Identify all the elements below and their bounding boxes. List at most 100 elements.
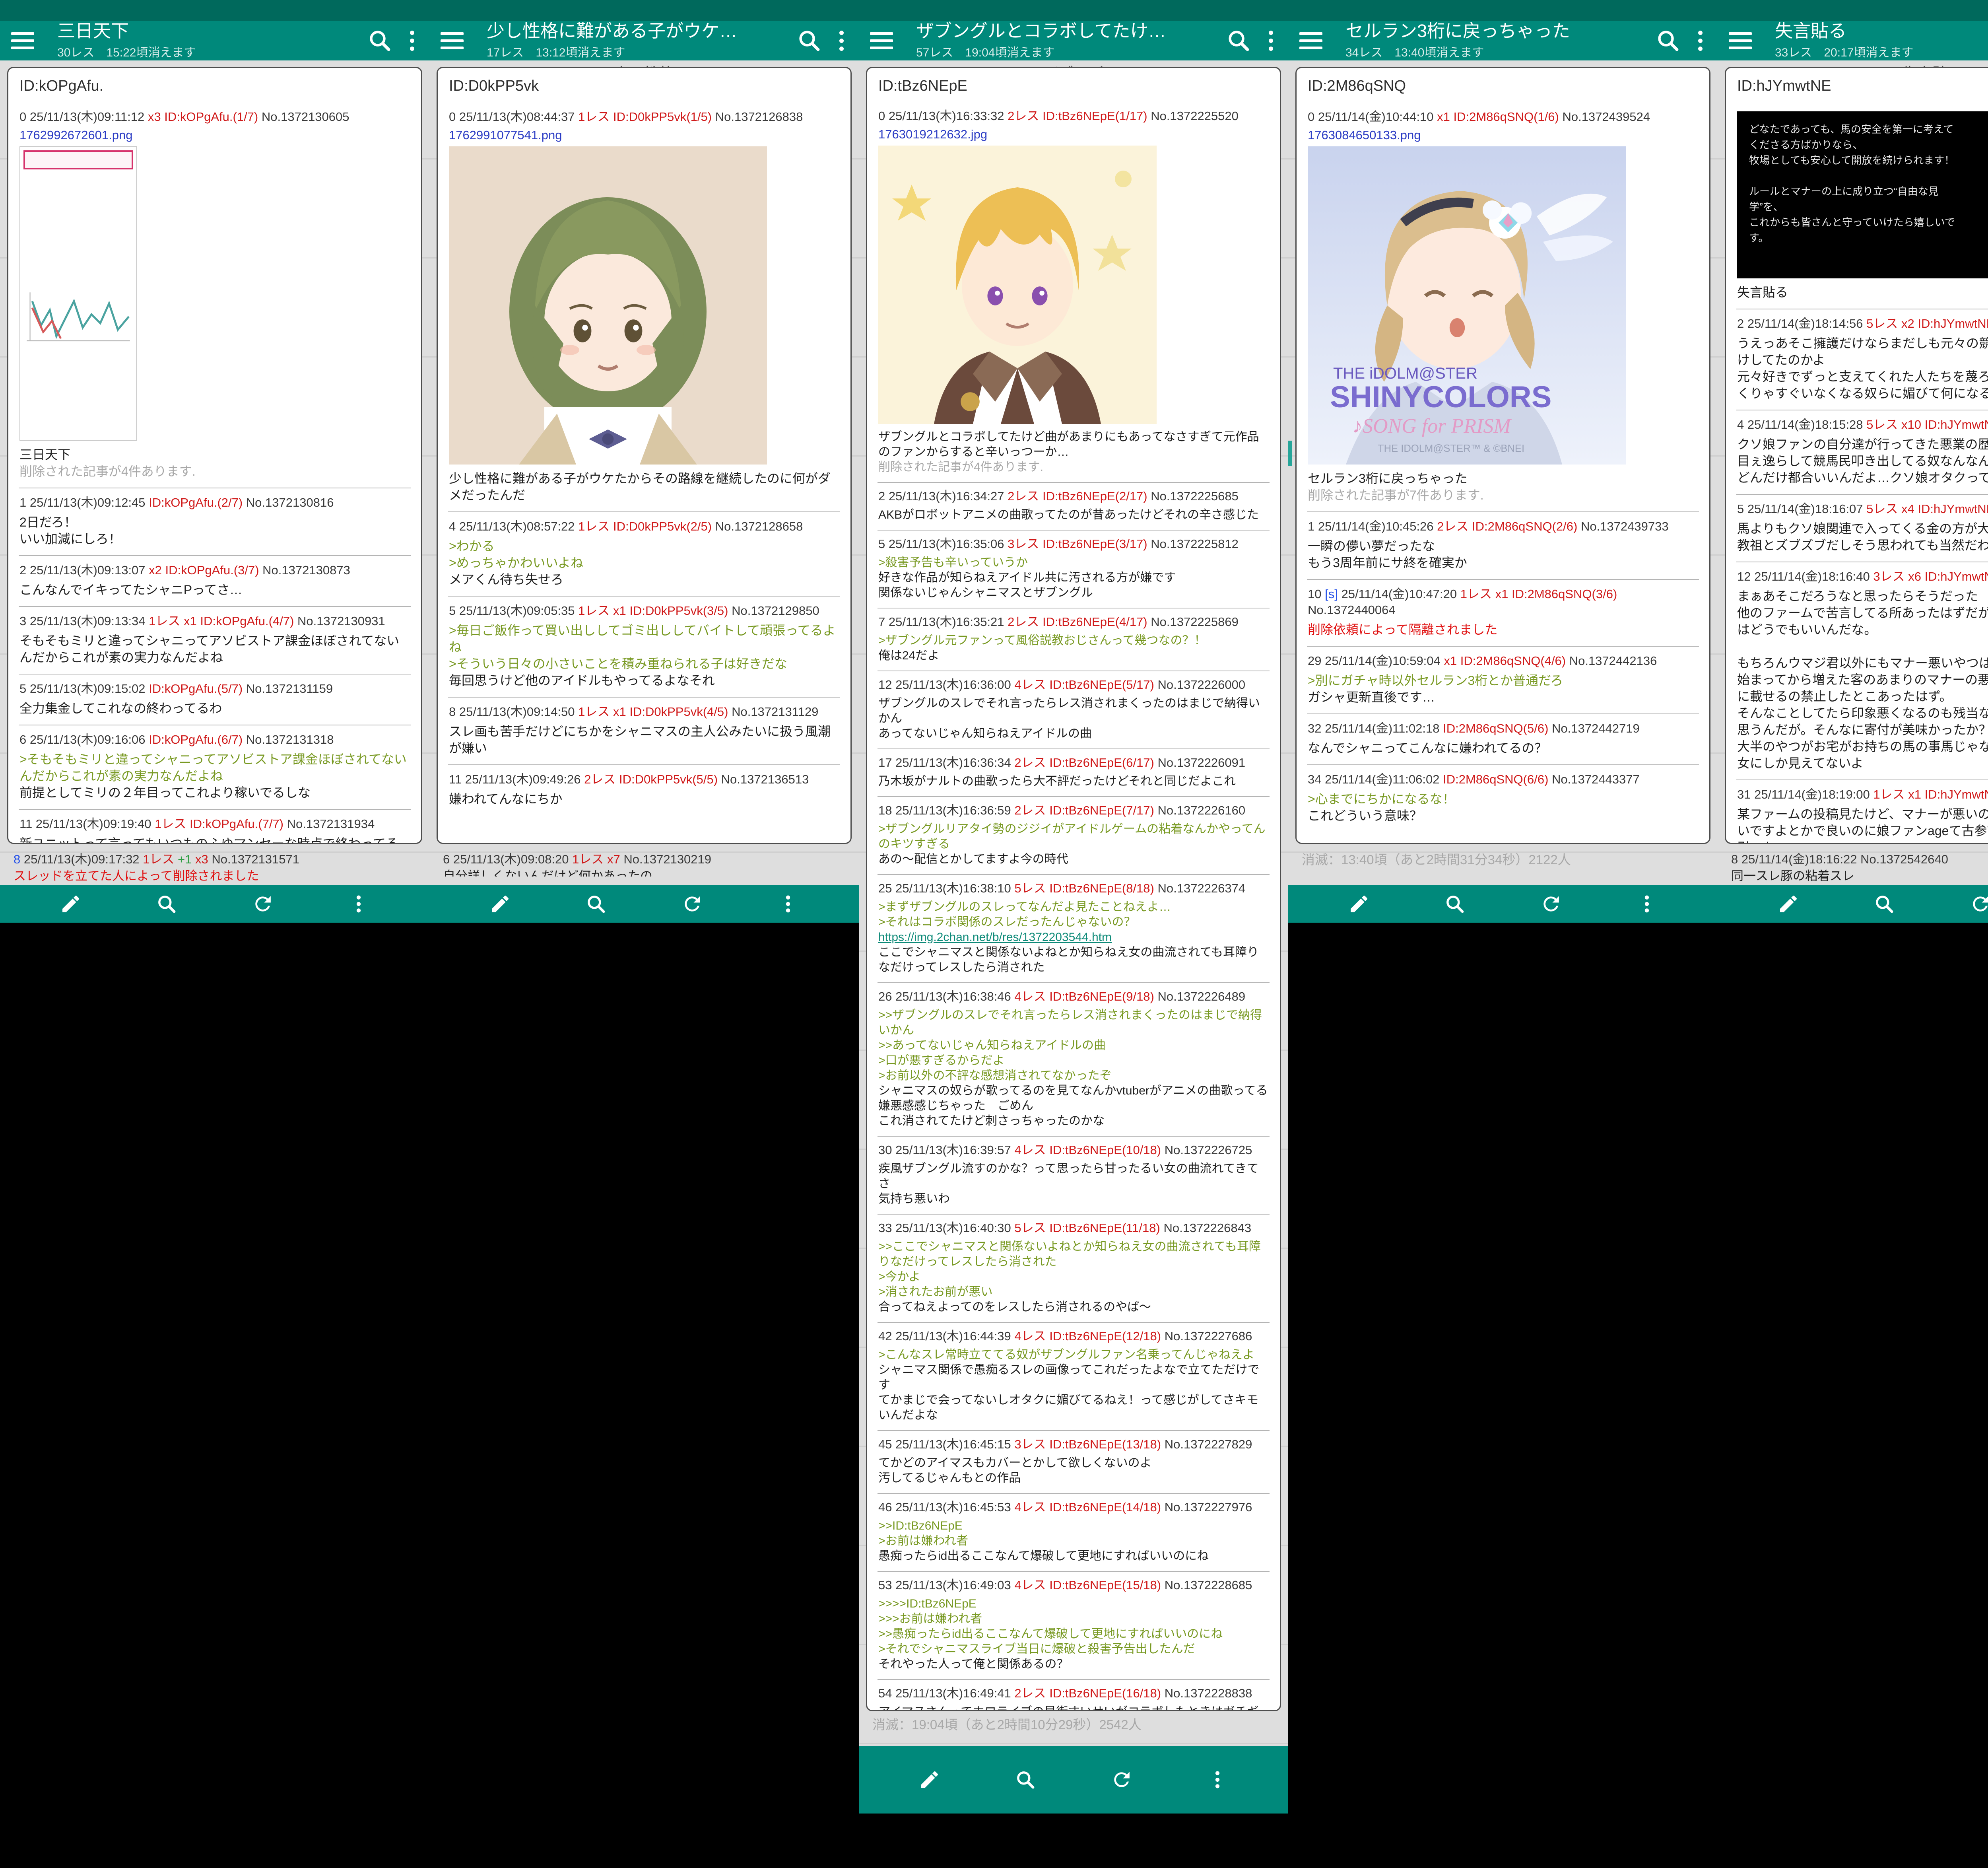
post-header-part[interactable]: ID:tBz6NEpE(3/17) [1043,537,1151,551]
post-header-part[interactable]: x1 [1495,587,1512,601]
post-header-part[interactable]: 1レス [578,604,613,618]
menu-icon[interactable] [1299,32,1325,49]
post-header-part[interactable]: 1レス [155,817,190,831]
post-header-part[interactable]: 5レス [1866,418,1901,432]
post-header-part[interactable]: 5レス [1866,317,1901,330]
below-card-part[interactable]: 1レス [143,852,178,866]
post-header-part[interactable]: 2レス [1008,109,1043,123]
post-header-part[interactable]: x3 [148,110,164,124]
post-header-part[interactable]: x10 [1901,418,1925,432]
post-header-part[interactable]: ID:tBz6NEpE(12/18) [1049,1329,1164,1343]
post-header-part[interactable]: 1レス [578,519,613,533]
refresh-icon[interactable] [1540,893,1562,915]
menu-icon[interactable] [1729,32,1754,49]
post-header-part[interactable]: 4レス [1014,1329,1049,1343]
below-card-part[interactable]: 1レス [572,852,607,866]
attachment-link[interactable]: 1763084650133.png [1308,128,1698,142]
post-header-part[interactable]: 2レス [1014,803,1049,817]
chart-screenshot-thumbnail[interactable] [19,146,137,441]
search-icon[interactable] [1014,1769,1037,1791]
search-icon[interactable] [155,893,178,915]
shinycolors-artwork-thumbnail[interactable]: THE iDOLM@STERSHINYCOLORS♪SONG for PRISM… [1308,146,1626,465]
post-header-part[interactable]: ID:tBz6NEpE(1/17) [1043,109,1151,123]
post-header-part[interactable]: ID:hJYmwtNE(3/6) [1925,418,1988,432]
refresh-icon[interactable] [1969,893,1988,915]
post-header-part[interactable]: ID:kOPgAfu.(1/7) [164,110,262,124]
post-header-part[interactable]: ID:D0kPP5vk(1/5) [613,110,715,124]
post-header-part[interactable]: 3レス [1014,1437,1049,1451]
post-header-part[interactable]: ID:tBz6NEpE(13/18) [1049,1437,1164,1451]
post-header-part[interactable]: ID:D0kPP5vk(2/5) [613,519,715,533]
post-header-part[interactable]: ID:tBz6NEpE(10/18) [1049,1143,1164,1157]
post-header-part[interactable]: ID:2M86qSNQ(1/6) [1454,110,1563,124]
post-header-part[interactable]: ID:tBz6NEpE(14/18) [1049,1500,1164,1514]
search-icon[interactable] [796,27,822,54]
overflow-icon[interactable] [777,893,799,915]
post-header-part[interactable]: 1レス [578,705,613,719]
post-header-part[interactable]: ID:tBz6NEpE(16/18) [1049,1686,1164,1700]
post-header-part[interactable]: ID:D0kPP5vk(5/5) [619,772,721,786]
post-header-part[interactable]: 1レス [1460,587,1495,601]
post-header-part[interactable]: ID:tBz6NEpE(6/17) [1049,756,1157,770]
post-header-part[interactable]: 3レス [1873,570,1908,583]
overflow-icon[interactable] [1696,31,1704,51]
overflow-icon[interactable] [837,31,845,51]
post-header-part[interactable]: x2 [1901,317,1918,330]
menu-icon[interactable] [11,32,37,49]
post-header-part[interactable]: ID:hJYmwtNE(6/6) [1925,787,1988,801]
post-header-part[interactable]: ID:hJYmwtNE(2/6) [1918,317,1988,330]
post-header-part[interactable]: 5レス [1014,1221,1049,1235]
post-header-part[interactable]: 2レス [1014,756,1049,770]
search-icon[interactable] [1444,893,1466,915]
attachment-link[interactable]: 1763019212632.jpg [878,127,1269,142]
post-header-part[interactable]: [s] [1325,587,1338,601]
post-header-part[interactable]: ID:kOPgAfu.(3/7) [165,563,263,577]
post-header-part[interactable]: x1 [1437,110,1453,124]
edit-icon[interactable] [1348,893,1370,915]
overflow-icon[interactable] [1267,31,1275,51]
search-icon[interactable] [1655,27,1681,54]
menu-icon[interactable] [441,32,466,49]
post-header-part[interactable]: ID:D0kPP5vk(3/5) [629,604,732,618]
post-header-part[interactable]: ID:hJYmwtNE(5/6) [1925,570,1988,583]
menu-icon[interactable] [870,32,895,49]
post-header-part[interactable]: x1 [1444,654,1460,668]
below-card-part[interactable]: 8 [14,852,20,866]
edit-icon[interactable] [489,893,511,915]
search-icon[interactable] [1873,893,1895,915]
post-header-part[interactable]: x1 [1908,787,1924,801]
post-header-part[interactable]: 4レス [1014,1578,1049,1592]
post-header-part[interactable]: x1 [184,614,200,628]
post-header-part[interactable]: 5レス [1866,502,1901,516]
post-header-part[interactable]: ID:2M86qSNQ(6/6) [1443,772,1552,786]
post-header-part[interactable]: ID:tBz6NEpE(4/17) [1043,615,1151,629]
post-header-part[interactable]: 2レス [1008,489,1043,503]
attachment-link[interactable]: 1762991077541.png [449,128,839,142]
overflow-icon[interactable] [1206,1769,1229,1791]
post-header-part[interactable]: 3レス [1008,537,1043,551]
post-header-part[interactable]: ID:kOPgAfu.(4/7) [200,614,297,628]
post-header-part[interactable]: 2レス [584,772,619,786]
post-header-part[interactable]: ID:2M86qSNQ(2/6) [1472,519,1581,533]
post-header-part[interactable]: 4レス [1014,678,1049,692]
below-card-part[interactable]: x3 [195,852,212,866]
post-header-part[interactable]: ID:kOPgAfu.(6/7) [149,733,246,746]
refresh-icon[interactable] [252,893,274,915]
overflow-icon[interactable] [348,893,370,915]
post-header-part[interactable]: ID:tBz6NEpE(15/18) [1049,1578,1164,1592]
refresh-icon[interactable] [681,893,703,915]
anime-girl-thumbnail[interactable] [449,146,767,465]
anime-boy-thumbnail[interactable] [878,146,1157,424]
post-header-part[interactable]: ID:tBz6NEpE(11/18) [1049,1221,1163,1235]
post-header-part[interactable]: ID:tBz6NEpE(7/17) [1049,803,1157,817]
post-header-part[interactable]: 2レス [1437,519,1472,533]
post-header-part[interactable]: 5レス [1014,881,1049,895]
post-header-part[interactable]: ID:kOPgAfu.(2/7) [149,496,246,509]
edit-icon[interactable] [1777,893,1800,915]
post-header-part[interactable]: ID:D0kPP5vk(4/5) [629,705,732,719]
post-header-part[interactable]: x2 [149,563,165,577]
post-header-part[interactable]: ID:tBz6NEpE(9/18) [1049,989,1157,1003]
search-icon[interactable] [585,893,607,915]
post-header-part[interactable]: ID:tBz6NEpE(8/18) [1049,881,1157,895]
overflow-icon[interactable] [408,31,416,51]
